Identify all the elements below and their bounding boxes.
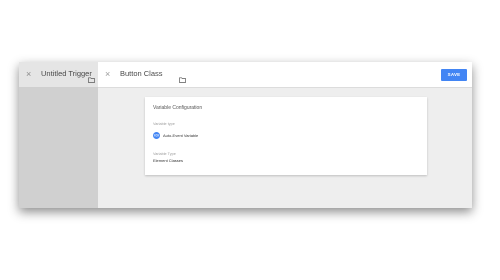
page: × Untitled Trigger × Button Class SAVE V…: [0, 0, 500, 280]
trigger-panel: × Untitled Trigger: [19, 62, 99, 208]
save-button[interactable]: SAVE: [441, 69, 467, 81]
element-type-value: Element Classes: [153, 158, 184, 163]
trigger-panel-header: × Untitled Trigger: [19, 62, 98, 88]
variable-type-label: Variable type: [153, 122, 175, 126]
element-type-label: Variable Type: [153, 152, 176, 156]
gtm-editor-window: × Untitled Trigger × Button Class SAVE V…: [19, 62, 472, 208]
variable-title[interactable]: Button Class: [120, 69, 163, 78]
trigger-title[interactable]: Untitled Trigger: [41, 69, 92, 78]
variable-configuration-card[interactable]: Variable Configuration Variable type {{}…: [145, 97, 427, 175]
folder-icon[interactable]: [88, 70, 95, 88]
folder-icon[interactable]: [179, 70, 186, 88]
close-trigger-icon[interactable]: ×: [26, 68, 31, 80]
variable-editor-header: × Button Class SAVE: [98, 62, 472, 88]
variable-type-value: Auto-Event Variable: [163, 133, 199, 138]
variable-icon: {{}}: [153, 132, 160, 139]
card-heading: Variable Configuration: [153, 105, 203, 111]
variable-editor-panel: × Button Class SAVE Variable Configurati…: [98, 62, 472, 208]
close-variable-icon[interactable]: ×: [105, 68, 110, 80]
